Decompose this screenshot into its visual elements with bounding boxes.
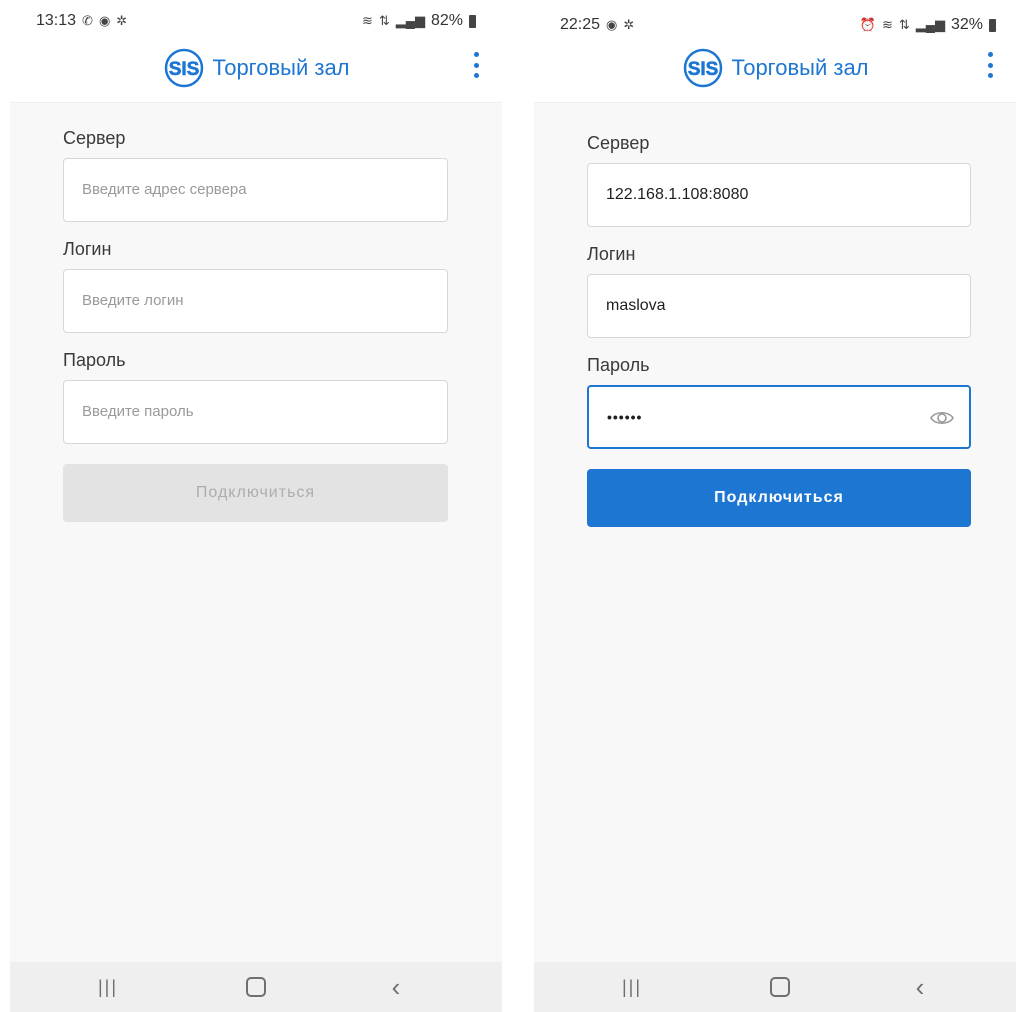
back-icon[interactable]: ‹: [900, 972, 940, 1002]
kebab-menu-icon[interactable]: [984, 52, 996, 78]
password-label: Пароль: [63, 350, 126, 370]
phone-screen-right: 22:25 ◉ ✲ ⏰ ≋ ⇅ ▂▄▆ 32% SIS Торговый зал…: [534, 0, 1016, 1012]
status-bar: 22:25 ◉ ✲ ⏰ ≋ ⇅ ▂▄▆ 32%: [534, 0, 1016, 40]
status-time: 22:25: [560, 16, 601, 33]
nav-bar: ||| ‹: [534, 962, 1016, 1012]
login-value: maslova: [606, 297, 666, 314]
server-label: Сервер: [587, 133, 650, 153]
battery-icon: [469, 14, 476, 28]
target-icon: ◉: [606, 17, 618, 32]
battery-percent: 82%: [430, 12, 463, 29]
settings-icon: ✲: [623, 17, 635, 32]
app-bar: SIS Торговый зал: [534, 40, 1016, 103]
password-input[interactable]: Введите пароль: [63, 380, 448, 444]
show-password-icon[interactable]: [929, 405, 955, 431]
signal-icon: ▂▄▆: [395, 13, 425, 28]
connect-button[interactable]: Подключиться: [63, 464, 448, 522]
status-time: 13:13: [36, 12, 77, 29]
logo-text: SIS: [169, 59, 200, 80]
server-input[interactable]: 122.168.1.108:8080: [587, 163, 971, 227]
sis-logo: SIS: [684, 48, 723, 88]
app-title: Торговый зал: [212, 55, 350, 80]
wifi-icon: ≋: [881, 17, 893, 32]
back-icon[interactable]: ‹: [376, 972, 416, 1002]
app-bar: SIS Торговый зал: [10, 40, 502, 103]
password-label: Пароль: [587, 355, 650, 375]
target-icon: ◉: [98, 13, 111, 28]
home-icon[interactable]: [760, 974, 800, 1000]
password-placeholder: Введите пароль: [82, 403, 194, 420]
server-placeholder: Введите адрес сервера: [82, 181, 247, 198]
signal-icon: ▂▄▆: [915, 17, 945, 32]
server-label: Сервер: [63, 128, 126, 148]
login-label: Логин: [63, 239, 112, 259]
login-form: Сервер Введите адрес сервера Логин Введи…: [63, 128, 448, 522]
recents-icon[interactable]: |||: [88, 974, 128, 1000]
status-bar: 13:13 ✆ ◉ ✲ ≋ ⇅ ▂▄▆ 82%: [10, 0, 502, 40]
logo-text: SIS: [688, 59, 719, 80]
connect-button[interactable]: Подключиться: [587, 469, 971, 527]
home-icon[interactable]: [236, 974, 276, 1000]
kebab-menu-icon[interactable]: [470, 52, 482, 78]
battery-percent: 32%: [950, 16, 983, 33]
phone-screen-left: 13:13 ✆ ◉ ✲ ≋ ⇅ ▂▄▆ 82% SIS Торговый зал…: [10, 0, 502, 1012]
password-input[interactable]: ••••••: [587, 385, 971, 449]
data-icon: ⇅: [898, 17, 910, 32]
password-value: ••••••: [607, 409, 643, 425]
login-placeholder: Введите логин: [82, 292, 184, 309]
recents-icon[interactable]: |||: [612, 974, 652, 1000]
login-input[interactable]: maslova: [587, 274, 971, 338]
data-icon: ⇅: [378, 13, 390, 28]
login-input[interactable]: Введите логин: [63, 269, 448, 333]
connect-button-label: Подключиться: [195, 484, 316, 501]
nav-bar: ||| ‹: [10, 962, 502, 1012]
battery-icon: [989, 18, 996, 32]
server-value: 122.168.1.108:8080: [606, 186, 749, 203]
connect-button-label: Подключиться: [714, 489, 844, 506]
login-form: Сервер 122.168.1.108:8080 Логин maslova …: [587, 133, 971, 527]
app-title: Торговый зал: [731, 55, 869, 80]
sis-logo: SIS: [165, 48, 204, 88]
alarm-icon: ⏰: [859, 17, 876, 32]
whatsapp-icon: ✆: [82, 13, 93, 28]
wifi-icon: ≋: [361, 13, 373, 28]
server-input[interactable]: Введите адрес сервера: [63, 158, 448, 222]
login-label: Логин: [587, 244, 636, 264]
settings-icon: ✲: [116, 13, 128, 28]
